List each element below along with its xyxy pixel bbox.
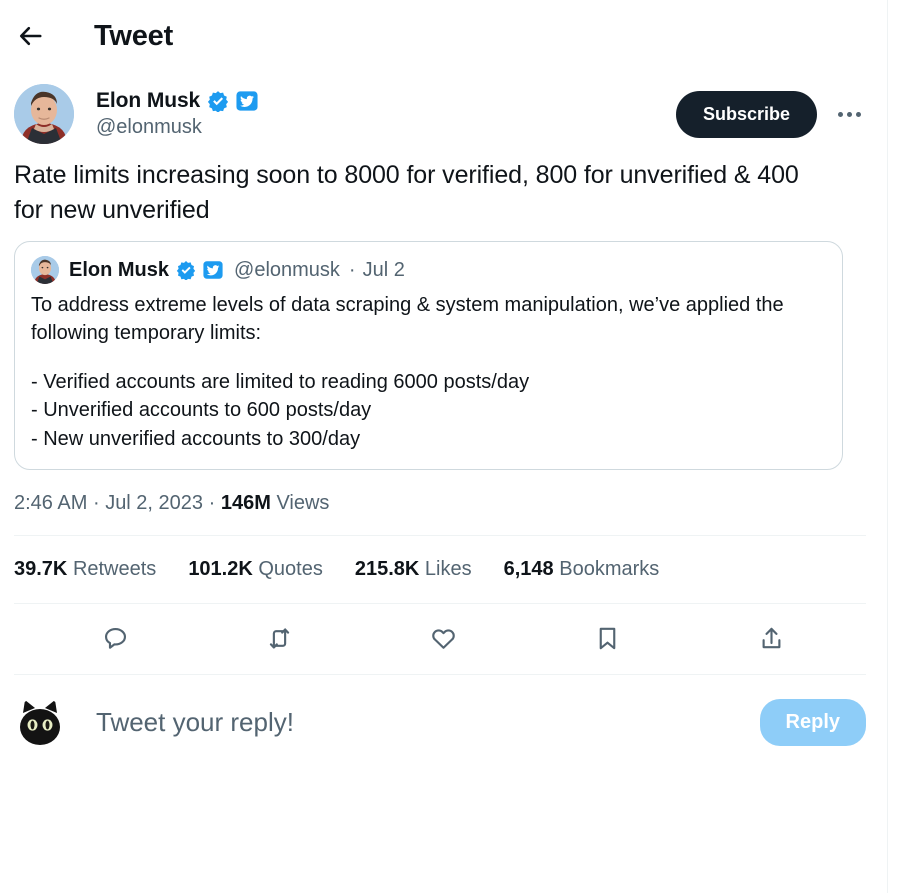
stat-count: 39.7K — [14, 557, 68, 580]
bookmark-icon — [599, 628, 616, 650]
quoted-avatar[interactable] — [31, 256, 59, 284]
elon-musk-avatar — [14, 84, 74, 144]
like-heart-icon — [432, 629, 455, 650]
reply-button[interactable] — [94, 617, 138, 661]
quoted-spacer — [31, 348, 826, 368]
reply-composer-row: Tweet your reply! Reply — [0, 675, 887, 771]
twitter-bird-badge-icon — [203, 260, 223, 280]
quoted-author-handle: @elonmusk — [234, 258, 340, 281]
quoted-bullet: - New unverified accounts to 300/day — [31, 427, 361, 450]
avatar[interactable] — [14, 696, 66, 749]
stat-label: Bookmarks — [559, 557, 660, 580]
quoted-bullet: - Verified accounts are limited to readi… — [31, 370, 530, 393]
more-options-button[interactable] — [829, 94, 869, 134]
stat-bookmarks[interactable]: 6,148 Bookmarks — [504, 558, 660, 581]
quoted-tweet-card[interactable]: Elon Musk @elonmusk · Jul 2 To address e… — [14, 241, 843, 470]
stat-count: 101.2K — [188, 557, 253, 580]
stat-quotes[interactable]: 101.2K Quotes — [188, 558, 323, 581]
retweet-icon — [270, 628, 290, 650]
tweet-actions-row — [0, 604, 887, 674]
author-meta: Elon Musk @elonmusk — [96, 89, 676, 139]
tweet-meta-row: 2:46 AM · Jul 2, 2023 · 146M Views — [0, 470, 887, 535]
views-label: Views — [276, 491, 330, 514]
quoted-paragraph: To address extreme levels of data scrapi… — [31, 294, 784, 345]
subscribe-button[interactable]: Subscribe — [675, 90, 817, 138]
author-row: Elon Musk @elonmusk Subscribe — [0, 72, 887, 148]
author-handle[interactable]: @elonmusk — [96, 116, 676, 139]
tweet-column: Tweet Elon Musk @elonmusk Subscribe Rate… — [0, 0, 887, 893]
more-options-icon — [837, 111, 843, 117]
like-button[interactable] — [421, 617, 465, 661]
stat-count: 6,148 — [503, 557, 554, 580]
stat-label: Retweets — [72, 557, 157, 580]
retweet-button[interactable] — [258, 617, 302, 661]
stat-count: 215.8K — [354, 557, 420, 580]
more-options-icon — [855, 111, 861, 117]
avatar[interactable] — [14, 84, 74, 144]
quoted-date: Jul 2 — [362, 258, 405, 281]
views-count: 146M — [220, 491, 271, 514]
reply-input[interactable]: Tweet your reply! — [96, 707, 760, 738]
author-name[interactable]: Elon Musk — [96, 89, 200, 113]
elon-musk-avatar-small — [31, 256, 59, 284]
bookmark-button[interactable] — [585, 617, 629, 661]
tweet-detail-page: Tweet Elon Musk @elonmusk Subscribe Rate… — [0, 0, 908, 893]
stat-retweets[interactable]: 39.7K Retweets — [14, 558, 156, 581]
share-button[interactable] — [749, 617, 793, 661]
meta-separator: · — [208, 491, 216, 514]
quoted-tweet-header: Elon Musk @elonmusk · Jul 2 — [31, 256, 826, 284]
quoted-bullet: - Unverified accounts to 600 posts/day — [31, 399, 372, 422]
stat-label: Quotes — [258, 557, 323, 580]
tweet-time: 2:46 AM — [14, 491, 88, 514]
verified-check-icon — [207, 90, 229, 112]
back-arrow-icon — [19, 26, 42, 46]
cat-avatar — [14, 696, 66, 749]
author-name-line: Elon Musk — [96, 89, 676, 113]
verified-check-icon — [176, 260, 196, 280]
reply-submit-button[interactable]: Reply — [759, 699, 866, 747]
tweet-date: Jul 2, 2023 — [105, 491, 204, 514]
right-divider — [887, 0, 888, 893]
page-title: Tweet — [94, 19, 174, 52]
reply-icon — [105, 628, 127, 650]
stat-label: Likes — [424, 557, 472, 580]
stat-likes[interactable]: 215.8K Likes — [355, 558, 472, 581]
engagement-stats-row: 39.7K Retweets 101.2K Quotes 215.8K Like… — [0, 536, 887, 603]
tweet-text: Rate limits increasing soon to 8000 for … — [14, 161, 799, 224]
meta-separator: · — [92, 491, 100, 514]
more-options-icon — [846, 111, 852, 117]
page-header: Tweet — [0, 0, 887, 72]
twitter-bird-badge-icon — [236, 90, 258, 112]
quoted-author-name: Elon Musk — [69, 258, 170, 281]
share-icon — [762, 628, 781, 649]
quoted-separator: · — [348, 258, 356, 281]
back-button[interactable] — [12, 17, 50, 55]
